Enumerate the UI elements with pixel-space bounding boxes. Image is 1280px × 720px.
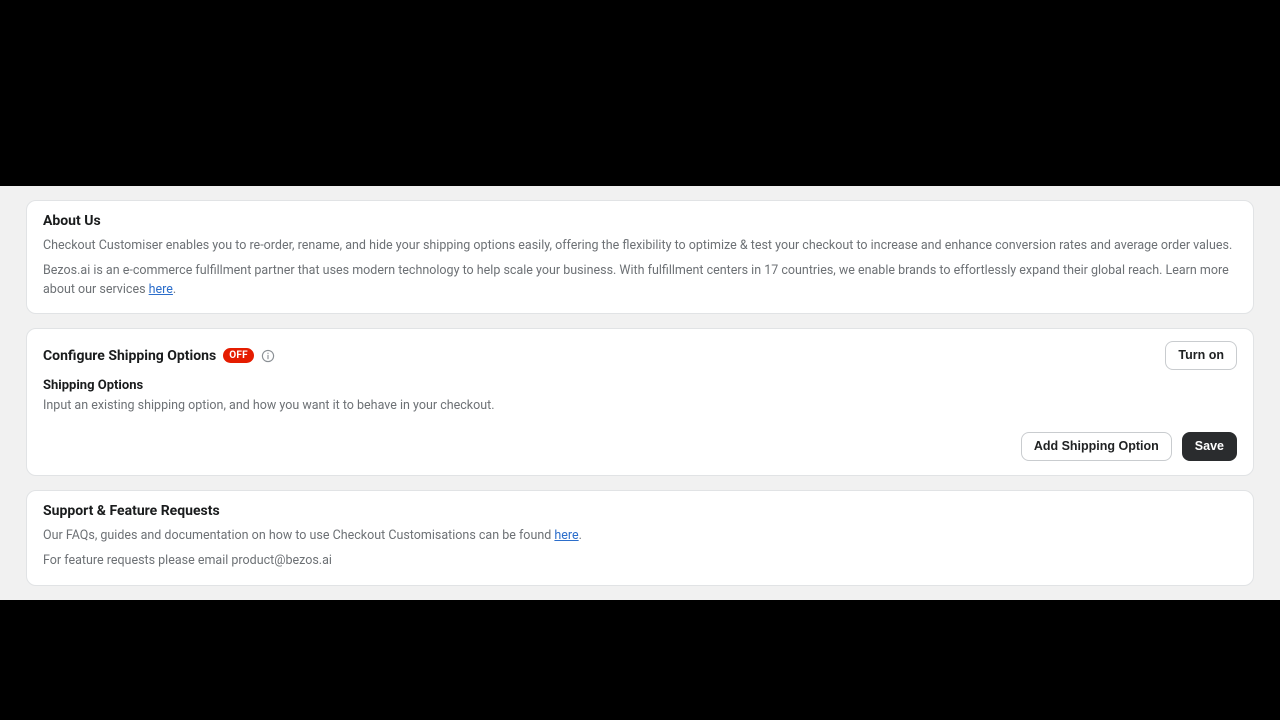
configure-title: Configure Shipping Options xyxy=(43,348,216,364)
support-paragraph-1: Our FAQs, guides and documentation on ho… xyxy=(43,527,1237,546)
about-us-paragraph-2-text: Bezos.ai is an e-commerce fulfillment pa… xyxy=(43,263,1229,297)
turn-on-button[interactable]: Turn on xyxy=(1165,341,1237,370)
about-us-paragraph-1: Checkout Customiser enables you to re-or… xyxy=(43,237,1237,256)
content-area: About Us Checkout Customiser enables you… xyxy=(0,186,1280,600)
about-us-link[interactable]: here xyxy=(149,282,173,297)
save-button[interactable]: Save xyxy=(1182,432,1237,461)
add-shipping-option-button[interactable]: Add Shipping Option xyxy=(1021,432,1172,461)
status-badge: OFF xyxy=(223,348,254,363)
support-paragraph-2: For feature requests please email produc… xyxy=(43,552,1237,571)
configure-shipping-card: Configure Shipping Options OFF Turn on S… xyxy=(26,328,1254,476)
letterbox-top xyxy=(0,0,1280,186)
configure-header: Configure Shipping Options OFF Turn on xyxy=(43,341,1237,370)
about-us-card: About Us Checkout Customiser enables you… xyxy=(26,200,1254,314)
support-docs-link[interactable]: here xyxy=(554,528,578,543)
support-paragraph-1-tail: . xyxy=(579,528,582,543)
configure-actions: Add Shipping Option Save xyxy=(43,432,1237,461)
letterbox-bottom xyxy=(0,600,1280,720)
support-title: Support & Feature Requests xyxy=(43,503,1237,519)
configure-header-left: Configure Shipping Options OFF xyxy=(43,348,275,364)
about-us-paragraph-2-tail: . xyxy=(173,282,176,297)
info-icon[interactable] xyxy=(261,349,275,363)
shipping-options-subtitle: Shipping Options xyxy=(43,378,1237,393)
about-us-paragraph-2: Bezos.ai is an e-commerce fulfillment pa… xyxy=(43,262,1237,300)
about-us-title: About Us xyxy=(43,213,1237,229)
shipping-options-description: Input an existing shipping option, and h… xyxy=(43,397,1237,416)
support-paragraph-1-text: Our FAQs, guides and documentation on ho… xyxy=(43,528,554,543)
support-card: Support & Feature Requests Our FAQs, gui… xyxy=(26,490,1254,586)
